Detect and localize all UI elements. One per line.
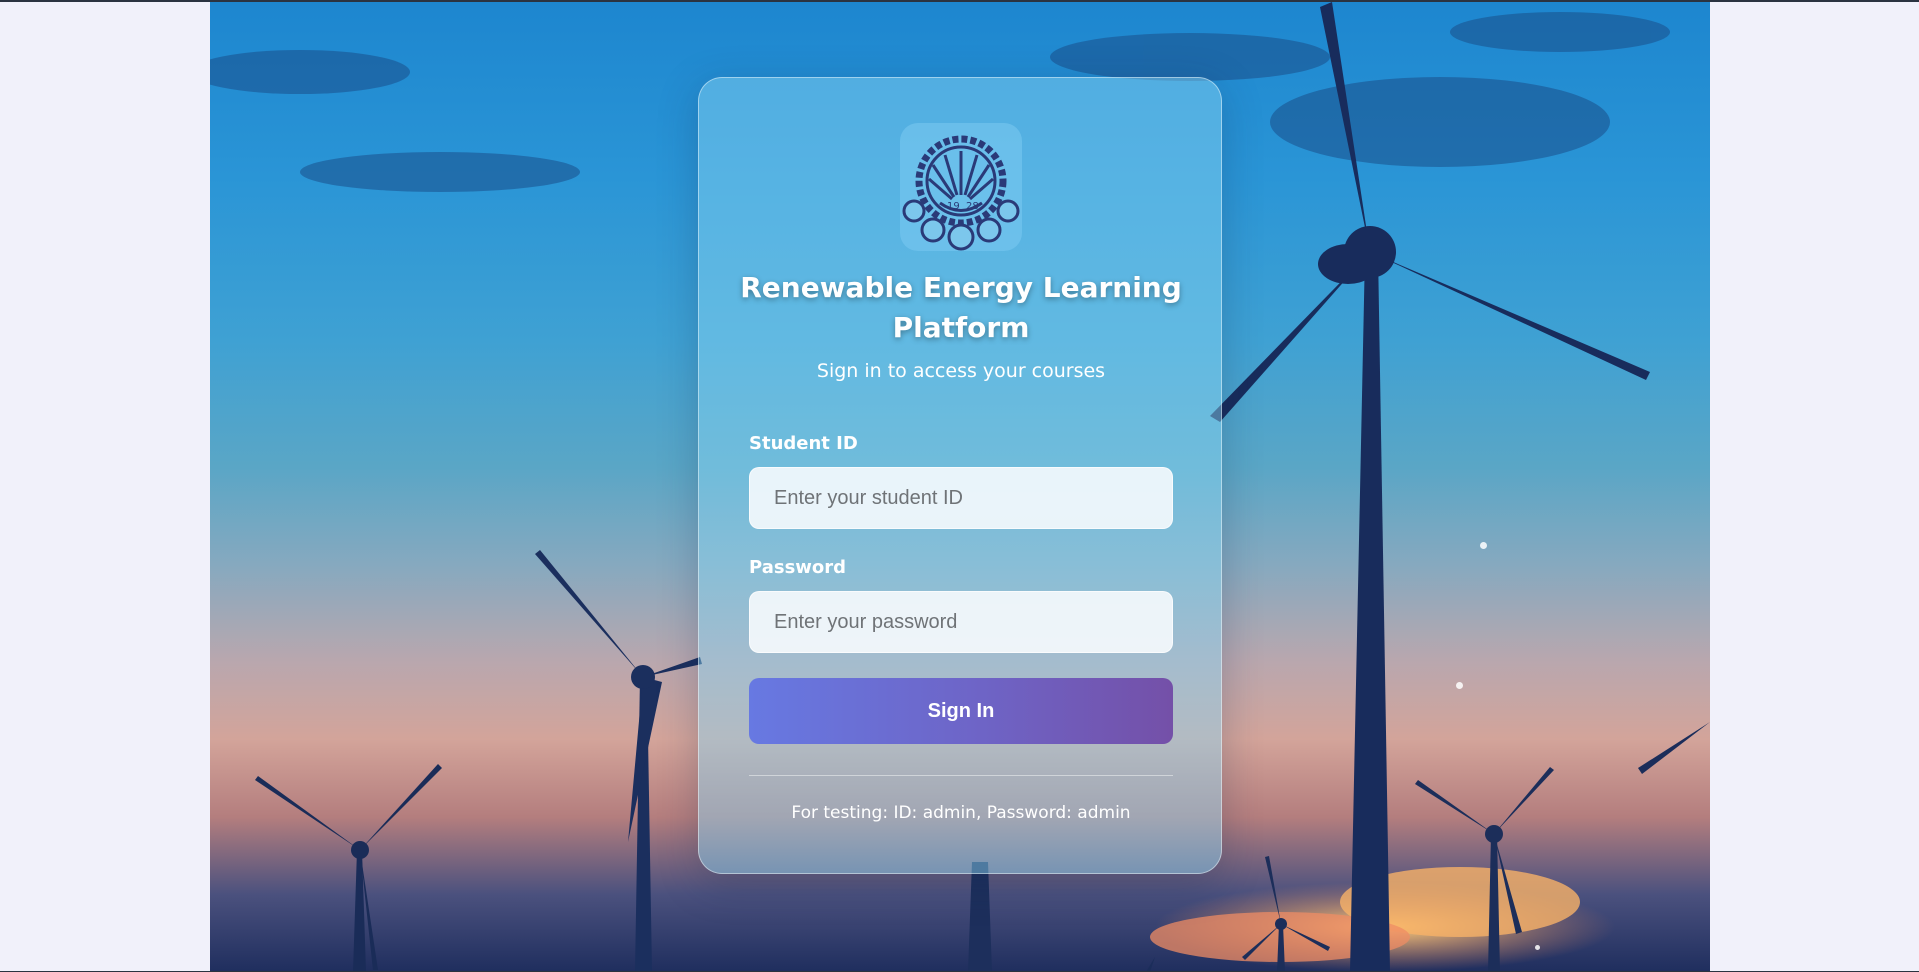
sparkle-dot [1480, 542, 1487, 549]
page-subtitle: Sign in to access your courses [816, 360, 1106, 382]
sparkle-dot [1535, 945, 1540, 950]
seal-year-left: 19 [947, 201, 960, 212]
password-label: Password [749, 557, 847, 578]
sign-in-button[interactable]: Sign In [749, 678, 1173, 744]
university-seal-icon: 19 28 [902, 135, 1020, 251]
student-id-input[interactable] [749, 467, 1173, 529]
logo: 19 28 [900, 123, 1022, 251]
student-id-label: Student ID [749, 433, 858, 454]
divider [749, 775, 1173, 776]
seal-year-right: 28 [966, 201, 979, 212]
test-credentials-hint: For testing: ID: admin, Password: admin [791, 803, 1131, 823]
login-card: 19 28 Renewable Energy Learning Platform… [698, 77, 1222, 874]
sparkle-dot [1456, 682, 1463, 689]
password-input[interactable] [749, 591, 1173, 653]
page-title: Renewable Energy Learning Platform [740, 271, 1182, 344]
